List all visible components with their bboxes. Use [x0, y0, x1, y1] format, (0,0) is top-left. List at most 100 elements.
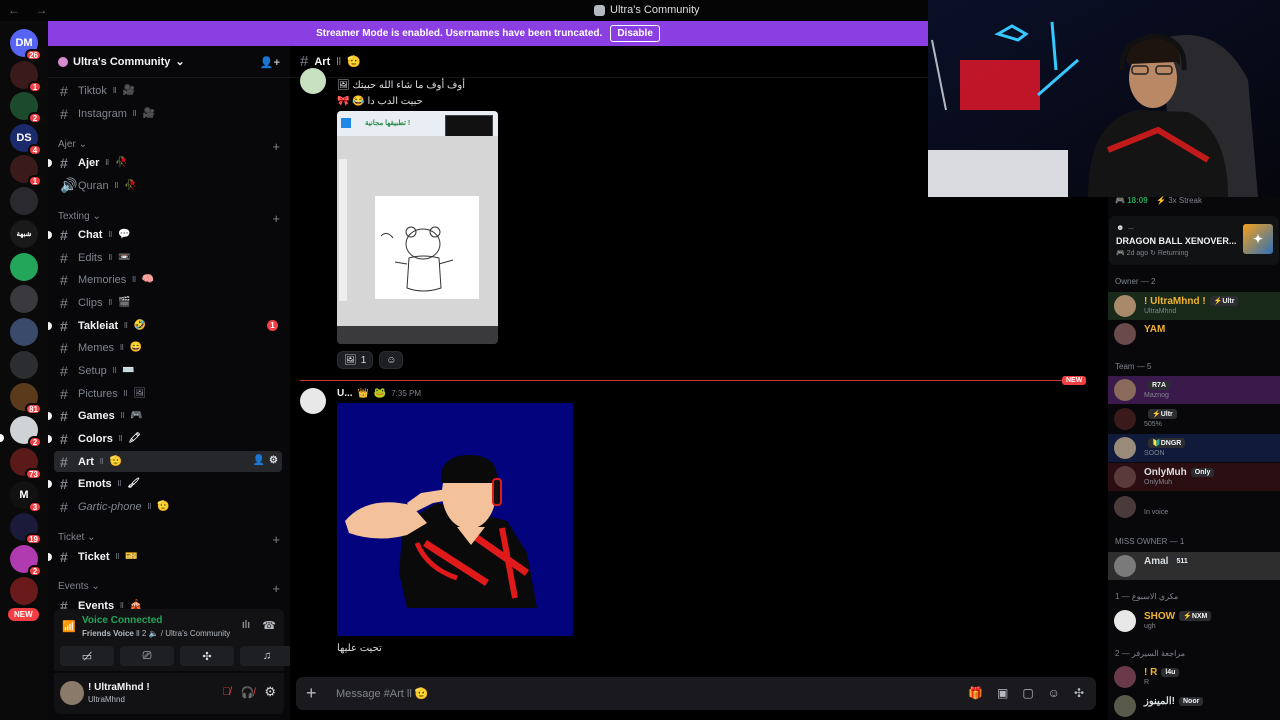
signal-icon[interactable]: 📶 [62, 620, 76, 633]
channel-item[interactable]: # Gartic-phone ll 🫡 [54, 496, 282, 517]
voice-channel-name[interactable]: Friends Voice [82, 629, 134, 638]
apps-icon[interactable]: ✣ [1074, 686, 1084, 700]
channel-item[interactable]: 🔊 Quran ll 🥀 [54, 175, 282, 196]
server-icon-2[interactable]: 2 [10, 92, 42, 124]
server-name[interactable]: Ultra's Community [73, 56, 170, 68]
camera-off-button[interactable]: ▭̸ [60, 646, 114, 666]
message-avatar[interactable] [300, 68, 326, 94]
member-item[interactable]: 🔰DNGR SOON [1108, 434, 1280, 462]
server-icon-4[interactable]: 1 [10, 155, 42, 187]
server-icon-0[interactable]: DM 26 [10, 29, 42, 61]
member-item[interactable]: YAM [1108, 320, 1280, 348]
voice-status[interactable]: Voice Connected [82, 615, 162, 626]
message-avatar[interactable] [300, 388, 326, 414]
category-name[interactable]: Texting [58, 211, 90, 222]
message-composer[interactable]: + Message #Art ll 🫡 🎁 ▣ ▢ ☺ ✣ [296, 677, 1096, 710]
salute-drawing-image[interactable] [337, 403, 573, 636]
channel-item[interactable]: # Instagram ll 🎥 [54, 103, 282, 124]
member-avatar[interactable] [1114, 466, 1136, 488]
channel-item[interactable]: # Pictures ll 🖼 [54, 383, 282, 404]
screen-share-button[interactable]: ⎚ [120, 646, 174, 666]
member-avatar[interactable] [1114, 666, 1136, 688]
soundboard-button[interactable]: ♫ [240, 646, 290, 666]
channel-item[interactable]: # Memes ll 😄 [54, 337, 282, 358]
drawing-app-screenshot[interactable]: تطبيقها مجانية ! [337, 111, 498, 344]
user-avatar[interactable] [60, 681, 84, 705]
server-icon-10[interactable] [10, 351, 38, 379]
server-icon-16[interactable]: 2 [10, 545, 42, 577]
server-icon-3[interactable]: DS 4 [10, 124, 42, 156]
channel-item[interactable]: # Takleiat ll 🤣 1 [48, 315, 282, 336]
member-item[interactable]: R7A Maznog [1108, 376, 1280, 404]
channel-item[interactable]: # Clips ll 🎬 [54, 292, 282, 313]
create-channel-plus-icon[interactable]: + [272, 532, 280, 547]
member-avatar[interactable] [1114, 408, 1136, 430]
channel-item[interactable]: # Colors ll 🖍 [48, 428, 282, 449]
server-icon-1[interactable]: 1 [10, 61, 42, 93]
channel-item[interactable]: # Tiktok ll 🎥 [54, 80, 282, 101]
member-avatar[interactable] [1114, 610, 1136, 632]
user-name[interactable]: ! UltraMhnd ! [88, 682, 150, 693]
member-item[interactable]: ! Rl4u R [1108, 663, 1280, 691]
forward-icon[interactable]: → [35, 3, 53, 17]
member-item[interactable]: Amal 511 [1108, 552, 1280, 580]
invite-people-icon[interactable]: 👤+ [260, 56, 280, 69]
add-reaction-button[interactable]: ☺ [379, 351, 404, 369]
gif-icon[interactable]: ▣ [997, 686, 1008, 700]
nav-arrows[interactable]: ← → [8, 3, 53, 17]
member-item[interactable]: In voice [1108, 493, 1280, 521]
member-avatar[interactable] [1114, 555, 1136, 577]
server-icon-17[interactable] [10, 577, 38, 605]
reaction-pill[interactable]: 🖼 1 [337, 351, 374, 369]
member-avatar[interactable] [1114, 295, 1136, 317]
sticker-icon[interactable]: ▢ [1022, 686, 1033, 700]
channel-item[interactable]: # Memories ll 🧠 [54, 269, 282, 290]
server-icon-14[interactable]: M3 [10, 481, 42, 513]
member-item[interactable]: ! UltraMhnd ! ⚡Ultr UltraMhnd [1108, 292, 1280, 320]
server-icon-7[interactable] [10, 253, 38, 281]
category-name[interactable]: Events [58, 581, 89, 592]
noise-suppression-icon[interactable]: ılı [242, 619, 251, 632]
channel-settings-icon[interactable]: ⚙ [269, 455, 278, 466]
server-header[interactable]: Ultra's Community ⌄ 👤+ [48, 46, 290, 78]
back-icon[interactable]: ← [8, 3, 26, 17]
server-icon-9[interactable] [10, 318, 38, 346]
category-header[interactable]: Events ⌄ + [58, 581, 280, 596]
gear-icon[interactable]: ⚙ [264, 684, 276, 700]
member-avatar[interactable] [1114, 496, 1136, 518]
channel-item[interactable]: # Edits ll 📼 [54, 247, 282, 268]
member-item[interactable]: المينوز! Noor [1108, 692, 1280, 720]
channel-item[interactable]: # Emots ll 🖌 [48, 473, 282, 494]
member-item[interactable]: SHOW ⚡NXM ugh [1108, 607, 1280, 635]
server-icon-12[interactable]: 2 [10, 416, 42, 448]
activities-button[interactable]: ✣ [180, 646, 234, 666]
disable-streamer-mode-button[interactable]: Disable [610, 25, 660, 42]
channel-item[interactable]: # Chat ll 💬 [48, 224, 282, 245]
server-icon-8[interactable] [10, 285, 38, 313]
game-activity-card[interactable]: ☻ ... DRAGON BALL XENOVER... 🎮 2d ago ↻ … [1109, 216, 1279, 265]
category-header[interactable]: Ticket ⌄ + [58, 532, 280, 547]
server-icon-11[interactable]: 81 [10, 383, 42, 415]
server-icon-15[interactable]: 19 [10, 513, 42, 545]
new-servers-badge[interactable]: NEW [8, 608, 39, 621]
create-channel-plus-icon[interactable]: + [272, 581, 280, 596]
member-item[interactable]: OnlyMuh Only OnlyMuh [1108, 463, 1280, 491]
channel-item[interactable]: # Setup ll ⌨️ [54, 360, 282, 381]
disconnect-icon[interactable]: ☎ [262, 619, 276, 632]
message-author[interactable]: U... [337, 388, 353, 399]
category-name[interactable]: Ticket [58, 532, 84, 543]
channel-item[interactable]: # Ajer ll 🥀 [48, 152, 282, 173]
server-icon-6[interactable]: شبهة [10, 220, 38, 248]
channel-item[interactable]: # Art ll 🫡 👤 ⚙ [54, 451, 282, 472]
member-avatar[interactable] [1114, 437, 1136, 459]
deafen-icon[interactable]: 🎧̸ [241, 686, 255, 700]
member-avatar[interactable] [1114, 323, 1136, 345]
member-avatar[interactable] [1114, 379, 1136, 401]
channel-item[interactable]: # Games ll 🎮 [48, 405, 282, 426]
attach-plus-icon[interactable]: + [306, 683, 317, 704]
server-icon-13[interactable]: 73 [10, 448, 42, 480]
composer-placeholder[interactable]: Message #Art ll 🫡 [336, 687, 429, 700]
member-avatar[interactable] [1114, 695, 1136, 717]
member-item[interactable]: ⚡Ultr 505% [1108, 405, 1280, 433]
gift-icon[interactable]: 🎁 [968, 686, 983, 700]
